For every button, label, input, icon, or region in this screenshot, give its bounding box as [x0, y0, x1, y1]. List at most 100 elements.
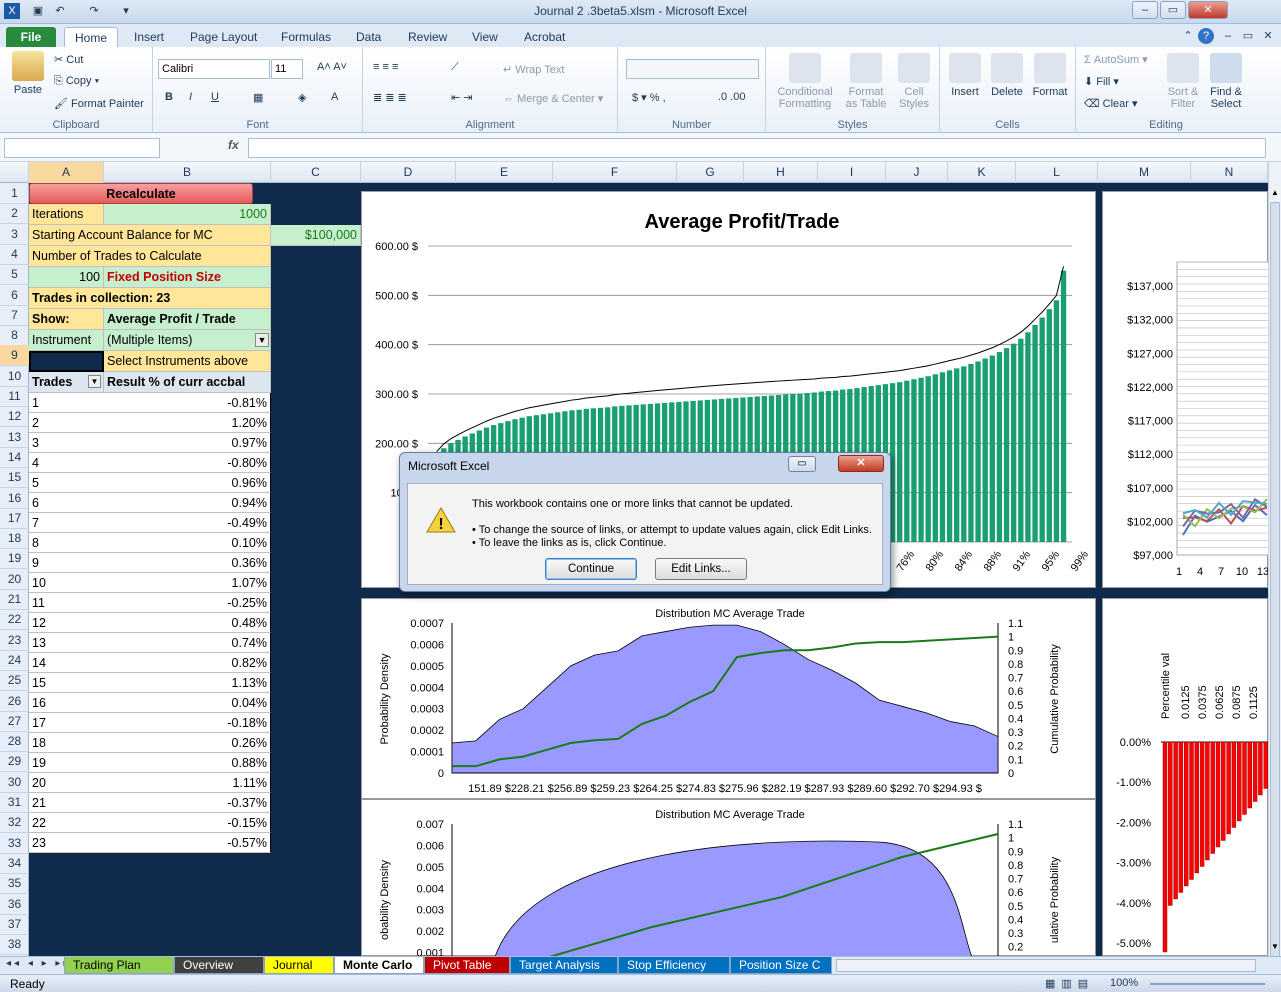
column-header[interactable]: I	[818, 162, 886, 183]
column-header[interactable]: J	[886, 162, 948, 183]
column-header[interactable]: B	[104, 162, 271, 183]
trade-number[interactable]: 20	[29, 773, 104, 793]
insert-cells-button[interactable]: Insert	[944, 53, 986, 98]
row-header[interactable]: 18	[0, 528, 29, 550]
decimal-icons[interactable]: .0 .00	[718, 91, 746, 103]
bold-icon[interactable]: B	[165, 91, 173, 103]
scroll-thumb[interactable]	[1270, 202, 1280, 972]
ribbon-minimize-icon[interactable]: ⌃	[1180, 28, 1196, 44]
row-header[interactable]: 19	[0, 548, 29, 570]
sheet-tab[interactable]: Target Analysis	[510, 957, 618, 974]
format-as-table-button[interactable]: Format as Table	[840, 53, 892, 110]
trade-result[interactable]: -0.25%	[104, 593, 271, 613]
trade-result[interactable]: 0.88%	[104, 753, 271, 773]
tab-page-layout[interactable]: Page Layout	[180, 27, 267, 47]
trade-number[interactable]: 3	[29, 433, 104, 453]
row-header[interactable]: 2	[0, 203, 29, 225]
delete-cells-button[interactable]: Delete	[986, 53, 1028, 98]
trade-result[interactable]: -0.80%	[104, 453, 271, 473]
trade-result[interactable]: 0.96%	[104, 473, 271, 493]
autosum-button[interactable]: Σ AutoSum ▾	[1084, 53, 1148, 66]
trade-number[interactable]: 1	[29, 393, 104, 413]
edit-links-button[interactable]: Edit Links...	[655, 558, 747, 580]
row-header[interactable]: 25	[0, 670, 29, 692]
row-header[interactable]: 15	[0, 467, 29, 489]
orientation-icon[interactable]: ⟋	[451, 61, 459, 74]
trade-result[interactable]: 1.13%	[104, 673, 271, 693]
start-balance-value[interactable]: $100,000	[271, 225, 361, 246]
tab-acrobat[interactable]: Acrobat	[514, 27, 575, 47]
row-header[interactable]: 35	[0, 873, 29, 895]
dropdown-icon[interactable]: ▼	[88, 375, 101, 388]
sort-filter-button[interactable]: Sort & Filter	[1162, 53, 1204, 110]
vertical-scrollbar[interactable]: ▲ ▼	[1268, 162, 1281, 972]
sheet-nav-icons[interactable]: ◂◂ ◂ ▸ ▸▸	[6, 958, 71, 969]
trade-number[interactable]: 15	[29, 673, 104, 693]
horizontal-scrollbar[interactable]	[836, 959, 1256, 972]
trade-number[interactable]: 9	[29, 553, 104, 573]
row-header[interactable]: 26	[0, 691, 29, 712]
font-color-icon[interactable]: A	[331, 91, 338, 103]
tab-view[interactable]: View	[462, 27, 508, 47]
grow-font-icon[interactable]: A˄ A˅	[317, 61, 347, 73]
sheet-tab[interactable]: Stop Efficiency	[618, 957, 730, 974]
row-header[interactable]: 30	[0, 772, 29, 793]
row-header[interactable]: 17	[0, 508, 29, 529]
underline-icon[interactable]: U	[211, 91, 219, 103]
merge-center-button[interactable]: ⇔ Merge & Center ▾	[503, 92, 603, 105]
trade-result[interactable]: 0.94%	[104, 493, 271, 513]
tab-review[interactable]: Review	[398, 27, 457, 47]
wrap-text-button[interactable]: ↵ Wrap Text	[503, 63, 564, 76]
minimize-icon[interactable]: –	[1132, 1, 1158, 19]
trade-number[interactable]: 23	[29, 833, 104, 853]
dialog-restore-icon[interactable]: ▭	[788, 456, 816, 472]
column-header[interactable]: E	[456, 162, 553, 183]
trade-result[interactable]: 1.11%	[104, 773, 271, 793]
row-header[interactable]: 20	[0, 569, 29, 590]
trade-number[interactable]: 11	[29, 593, 104, 613]
trade-result[interactable]: 0.97%	[104, 433, 271, 453]
row-header[interactable]: 22	[0, 609, 29, 631]
recalculate-button[interactable]: Recalculate	[29, 183, 253, 204]
row-header[interactable]: 16	[0, 488, 29, 509]
trade-result[interactable]: -0.18%	[104, 713, 271, 733]
format-cells-button[interactable]: Format	[1028, 53, 1072, 98]
border-icon[interactable]: ▦	[253, 91, 263, 104]
trade-number[interactable]: 19	[29, 753, 104, 773]
row-header[interactable]: 37	[0, 914, 29, 935]
view-icons[interactable]: ▦▥▤	[1045, 977, 1094, 990]
row-header[interactable]: 13	[0, 427, 29, 448]
column-header[interactable]: F	[553, 162, 677, 183]
row-header[interactable]: 7	[0, 305, 29, 326]
column-header[interactable]: A	[29, 162, 104, 183]
row-header[interactable]: 6	[0, 285, 29, 306]
trade-number[interactable]: 6	[29, 493, 104, 513]
trade-number[interactable]: 8	[29, 533, 104, 553]
column-header[interactable]: L	[1016, 162, 1098, 183]
column-header[interactable]: D	[361, 162, 456, 183]
trade-result[interactable]: -0.81%	[104, 393, 271, 413]
sheet-tab[interactable]: Trading Plan	[64, 957, 174, 974]
vertical-align-icons[interactable]: ≡ ≡ ≡	[373, 61, 398, 73]
tab-home[interactable]: Home	[64, 27, 119, 47]
row-header[interactable]: 34	[0, 853, 29, 874]
column-header[interactable]: N	[1191, 162, 1268, 183]
trade-result[interactable]: 1.20%	[104, 413, 271, 433]
row-header[interactable]: 29	[0, 751, 29, 773]
format-painter-button[interactable]: 🖌 Format Painter	[54, 97, 144, 110]
row-header[interactable]: 1	[0, 183, 29, 204]
trade-number[interactable]: 21	[29, 793, 104, 813]
restore-icon[interactable]: ▭	[1160, 1, 1186, 19]
trade-number[interactable]: 4	[29, 453, 104, 473]
selected-cell[interactable]	[29, 351, 104, 372]
row-header[interactable]: 14	[0, 447, 29, 468]
trade-result[interactable]: -0.37%	[104, 793, 271, 813]
row-header[interactable]: 10	[0, 366, 29, 387]
trade-result[interactable]: -0.57%	[104, 833, 271, 853]
trade-result[interactable]: -0.49%	[104, 513, 271, 533]
row-header[interactable]: 27	[0, 711, 29, 732]
zoom-level[interactable]: 100%	[1110, 977, 1138, 989]
paste-button[interactable]: Paste	[8, 51, 48, 96]
trade-number[interactable]: 14	[29, 653, 104, 673]
column-header[interactable]: K	[948, 162, 1016, 183]
